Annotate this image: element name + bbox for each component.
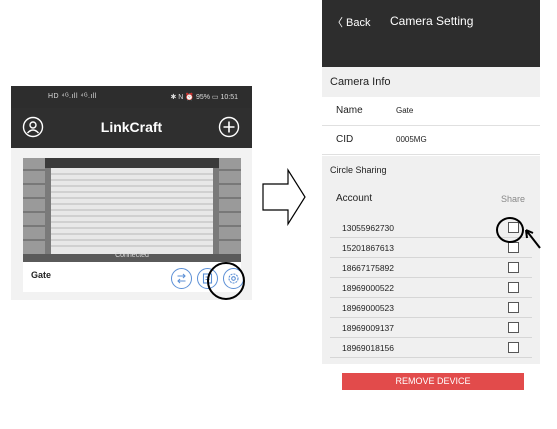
- account-row: 18969000522: [330, 278, 532, 298]
- account-row: 18969018156: [330, 338, 532, 358]
- share-checkbox[interactable]: [508, 302, 519, 313]
- back-button[interactable]: 〈 Back: [332, 14, 371, 30]
- garage-door-image: [23, 158, 241, 262]
- playback-button[interactable]: [171, 268, 192, 289]
- circle-sharing-header: Circle Sharing: [330, 165, 387, 175]
- add-camera-icon[interactable]: [218, 116, 240, 138]
- settings-highlight-circle: [207, 262, 245, 300]
- pointer-arrow-icon: [525, 229, 541, 249]
- camera-info-section: Camera Info: [322, 67, 540, 97]
- page-title: Camera Setting: [390, 14, 474, 28]
- account-list-area: Account Share 13055962730 15201867613 18…: [322, 184, 540, 364]
- share-checkbox[interactable]: [508, 342, 519, 353]
- remove-device-button[interactable]: REMOVE DEVICE: [342, 373, 524, 390]
- camera-name: Gate: [31, 270, 52, 280]
- cid-value: 0005MG: [396, 135, 427, 144]
- camera-info-header: Camera Info: [330, 76, 391, 88]
- name-row[interactable]: Name Gate: [322, 97, 540, 126]
- account-row: 18667175892: [330, 258, 532, 278]
- camera-setting-screen: 〈 Back Camera Setting Camera Info Name G…: [322, 0, 540, 429]
- account-number: 18969000522: [342, 283, 395, 293]
- cid-row: CID 0005MG: [322, 126, 540, 155]
- name-value: Gate: [396, 106, 414, 115]
- settings-header: 〈 Back Camera Setting: [322, 0, 540, 67]
- share-column-label: Share: [501, 194, 526, 204]
- connection-status: Connected: [115, 252, 149, 259]
- account-row: 18969000523: [330, 298, 532, 318]
- camera-feed-thumbnail[interactable]: Connected: [23, 158, 241, 262]
- battery-time-status: ✱ N ⏰ 95% ▭ 10:51: [170, 94, 238, 101]
- account-number: 18969018156: [342, 343, 395, 353]
- share-checkbox[interactable]: [508, 322, 519, 333]
- app-title: LinkCraft: [100, 119, 163, 135]
- share-checkbox[interactable]: [508, 242, 519, 253]
- account-column-label: Account: [336, 193, 373, 204]
- share-checkbox[interactable]: [508, 262, 519, 273]
- app-header: LinkCraft: [11, 108, 252, 148]
- account-number: 15201867613: [342, 243, 395, 253]
- cid-label: CID: [336, 134, 354, 145]
- account-number: 18969009137: [342, 323, 395, 333]
- checkbox-highlight-circle: [496, 217, 524, 243]
- circle-sharing-section: Circle Sharing: [322, 156, 540, 184]
- account-number: 18969000523: [342, 303, 395, 313]
- name-label: Name: [336, 105, 363, 116]
- status-bar: HD ⁴ᴳ.ıll ⁴ᴳ.ıll ✱ N ⏰ 95% ▭ 10:51: [11, 86, 252, 108]
- playback-icon: [177, 273, 186, 284]
- account-number: 18667175892: [342, 263, 395, 273]
- account-row: 18969009137: [330, 318, 532, 338]
- transition-arrow-icon: [262, 168, 306, 226]
- share-checkbox[interactable]: [508, 282, 519, 293]
- account-number: 13055962730: [342, 223, 395, 233]
- signal-status: HD ⁴ᴳ.ıll ⁴ᴳ.ıll: [48, 93, 97, 100]
